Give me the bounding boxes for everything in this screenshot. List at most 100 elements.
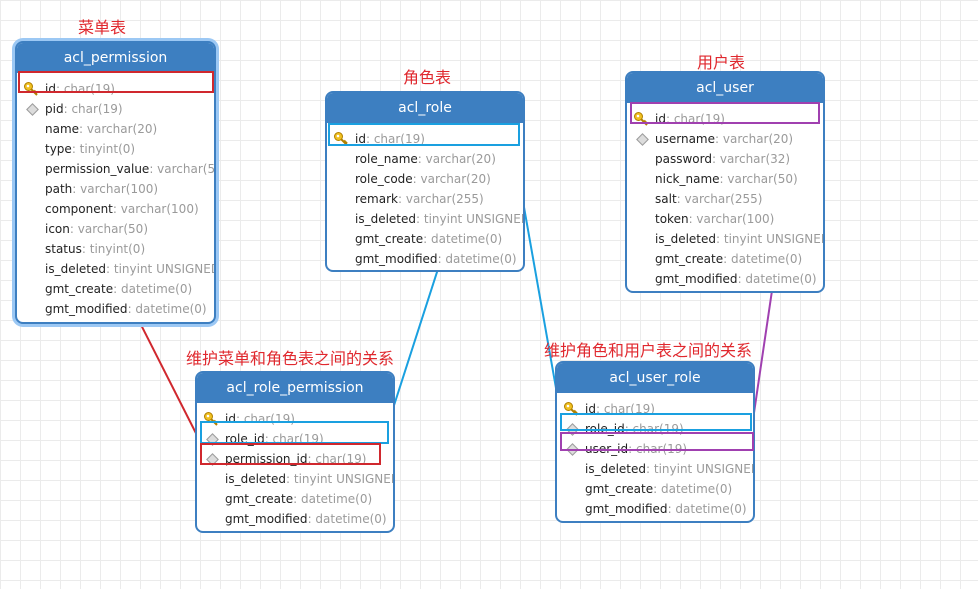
- field-separator: :: [676, 192, 685, 206]
- field-name: is_deleted: [355, 212, 417, 226]
- field-name: id: [355, 132, 366, 146]
- field-type: tinyint(0): [89, 242, 146, 256]
- field-row[interactable]: permission_id: char(19): [197, 449, 393, 469]
- field-name: gmt_modified: [585, 502, 668, 516]
- field-row[interactable]: nick_name: varchar(50): [627, 169, 823, 189]
- field-row[interactable]: token: varchar(100): [627, 209, 823, 229]
- field-row[interactable]: id: char(19): [197, 409, 393, 429]
- field-row[interactable]: role_id: char(19): [197, 429, 393, 449]
- table-acl-role[interactable]: acl_role id: char(19) role_name: varchar(2…: [325, 91, 525, 272]
- field-row[interactable]: status: tinyint(0): [17, 239, 214, 259]
- annotation-user-table: 用户表: [697, 53, 746, 72]
- field-row[interactable]: user_id: char(19): [557, 439, 753, 459]
- field-type: tinyint UNSIGNED: [113, 262, 216, 276]
- field-row[interactable]: gmt_create: datetime(0): [557, 479, 753, 499]
- field-row[interactable]: gmt_modified: datetime(0): [17, 299, 214, 319]
- field-row[interactable]: id: char(19): [557, 399, 753, 419]
- field-name: is_deleted: [45, 262, 107, 276]
- field-type: varchar(50): [727, 172, 798, 186]
- field-separator: :: [624, 422, 633, 436]
- field-separator: :: [79, 122, 87, 136]
- table-fields: id: char(19) role_id: char(19) user_id: ch…: [557, 393, 753, 519]
- field-separator: :: [412, 172, 421, 186]
- field-type: varchar(100): [80, 182, 159, 196]
- field-type: varchar(20): [425, 152, 496, 166]
- field-type: tinyint UNSIGNED: [723, 232, 825, 246]
- table-fields: id: char(19) username: varchar(20) passwor…: [627, 103, 823, 289]
- field-name: component: [45, 202, 113, 216]
- field-row[interactable]: name: varchar(20): [17, 119, 214, 139]
- field-name: gmt_create: [45, 282, 114, 296]
- table-acl-user[interactable]: acl_user id: char(19) username: varchar(20…: [625, 71, 825, 293]
- field-row[interactable]: salt: varchar(255): [627, 189, 823, 209]
- field-name: gmt_create: [355, 232, 424, 246]
- er-diagram-canvas: 菜单表 角色表 用户表 维护菜单和角色表之间的关系 维护角色和用户表之间的关系 …: [0, 0, 978, 589]
- field-name: is_deleted: [225, 472, 287, 486]
- primary-key-icon: [23, 81, 39, 97]
- field-row[interactable]: id: char(19): [327, 129, 523, 149]
- field-row[interactable]: component: varchar(100): [17, 199, 214, 219]
- field-row[interactable]: role_name: varchar(20): [327, 149, 523, 169]
- field-name: path: [45, 182, 73, 196]
- field-row[interactable]: gmt_create: datetime(0): [17, 279, 214, 299]
- field-type: varchar(100): [120, 202, 199, 216]
- field-row[interactable]: gmt_create: datetime(0): [627, 249, 823, 269]
- field-row[interactable]: is_deleted: tinyint UNSIGNED: [197, 469, 393, 489]
- field-row[interactable]: gmt_modified: datetime(0): [557, 499, 753, 519]
- field-name: id: [655, 112, 666, 126]
- table-title: acl_user: [627, 73, 823, 103]
- field-row[interactable]: permission_value: varchar(50): [17, 159, 214, 179]
- table-acl-role-permission[interactable]: acl_role_permission id: char(19) role_id: …: [195, 371, 395, 533]
- field-row[interactable]: type: tinyint(0): [17, 139, 214, 159]
- field-row[interactable]: gmt_modified: datetime(0): [197, 509, 393, 529]
- field-name: gmt_modified: [655, 272, 738, 286]
- table-title: acl_role_permission: [197, 373, 393, 403]
- table-acl-user-role[interactable]: acl_user_role id: char(19) role_id: char(1…: [555, 361, 755, 523]
- field-row[interactable]: is_deleted: tinyint UNSIGNED: [327, 209, 523, 229]
- field-row[interactable]: gmt_create: datetime(0): [327, 229, 523, 249]
- field-row[interactable]: gmt_modified: datetime(0): [627, 269, 823, 289]
- field-name: gmt_modified: [45, 302, 128, 316]
- field-separator: :: [106, 262, 114, 276]
- field-row[interactable]: id: char(19): [627, 109, 823, 129]
- field-row[interactable]: gmt_modified: datetime(0): [327, 249, 523, 269]
- table-fields: id: char(19) role_name: varchar(20) role_c…: [327, 123, 523, 269]
- field-separator: :: [423, 232, 431, 246]
- index-diamond-icon: [566, 443, 579, 456]
- field-separator: :: [81, 242, 90, 256]
- field-type: datetime(0): [300, 492, 373, 506]
- field-row[interactable]: id: char(19): [17, 79, 214, 99]
- field-name: is_deleted: [655, 232, 717, 246]
- field-row[interactable]: path: varchar(100): [17, 179, 214, 199]
- field-row[interactable]: is_deleted: tinyint UNSIGNED: [17, 259, 214, 279]
- field-separator: :: [417, 152, 426, 166]
- table-acl-permission[interactable]: acl_permission id: char(19) pid: char(19) n…: [15, 41, 216, 324]
- field-row[interactable]: pid: char(19): [17, 99, 214, 119]
- field-row[interactable]: gmt_create: datetime(0): [197, 489, 393, 509]
- field-row[interactable]: role_id: char(19): [557, 419, 753, 439]
- field-row[interactable]: role_code: varchar(20): [327, 169, 523, 189]
- field-name: gmt_create: [655, 252, 724, 266]
- field-separator: :: [595, 402, 604, 416]
- field-separator: :: [646, 462, 654, 476]
- field-separator: :: [71, 142, 80, 156]
- field-row[interactable]: username: varchar(20): [627, 129, 823, 149]
- field-type: datetime(0): [660, 482, 733, 496]
- field-name: role_id: [225, 432, 265, 446]
- field-row[interactable]: is_deleted: tinyint UNSIGNED: [627, 229, 823, 249]
- field-row[interactable]: is_deleted: tinyint UNSIGNED: [557, 459, 753, 479]
- field-separator: :: [72, 182, 81, 196]
- field-name: permission_value: [45, 162, 150, 176]
- table-title: acl_role: [327, 93, 523, 123]
- field-row[interactable]: remark: varchar(255): [327, 189, 523, 209]
- field-name: status: [45, 242, 82, 256]
- field-separator: :: [653, 482, 661, 496]
- field-row[interactable]: icon: varchar(50): [17, 219, 214, 239]
- field-name: username: [655, 132, 715, 146]
- field-type: datetime(0): [745, 272, 817, 286]
- field-type: char(19): [373, 132, 425, 146]
- field-row[interactable]: password: varchar(32): [627, 149, 823, 169]
- field-separator: :: [286, 472, 294, 486]
- field-name: role_id: [585, 422, 625, 436]
- field-separator: :: [235, 412, 244, 426]
